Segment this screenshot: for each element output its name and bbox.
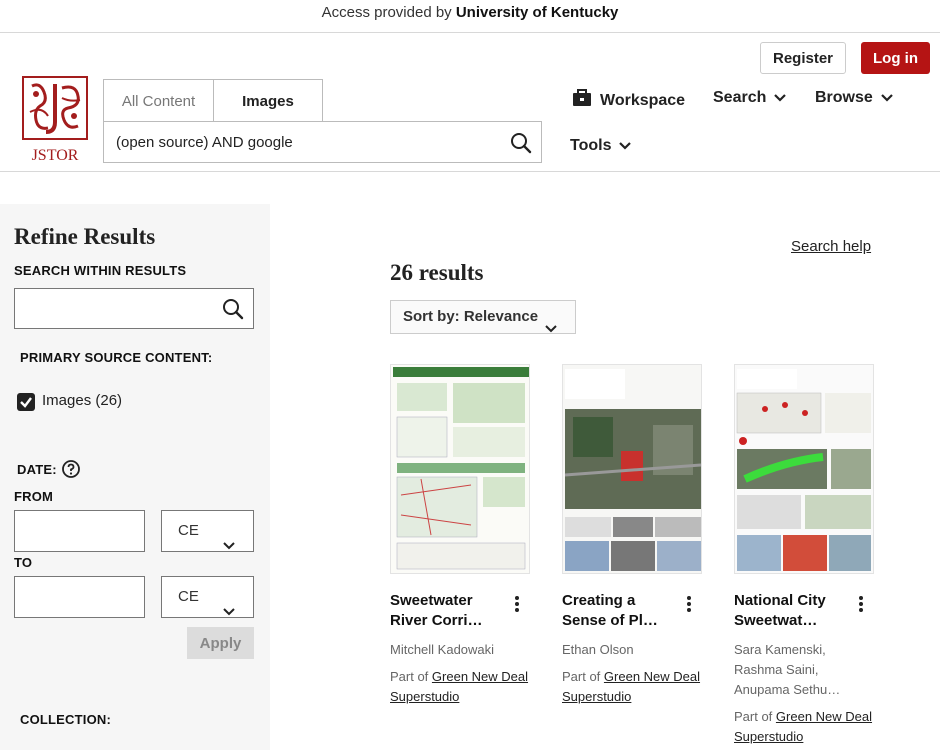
from-label: FROM	[14, 489, 54, 504]
images-filter-label[interactable]: Images (26)	[42, 392, 122, 409]
search-within-input[interactable]	[23, 297, 213, 321]
help-circle-icon[interactable]	[62, 460, 80, 478]
nav-tools[interactable]: Tools	[570, 137, 632, 155]
from-era-value: CE	[178, 522, 199, 539]
to-label: TO	[14, 555, 33, 570]
from-year-field	[14, 510, 145, 552]
sort-select[interactable]: Sort by: Relevance	[390, 300, 576, 334]
result-card: Creating a Sense of Pl… Ethan Olson Part…	[562, 364, 702, 704]
search-icon[interactable]	[509, 131, 533, 155]
to-era-value: CE	[178, 588, 199, 605]
refine-sidebar: Refine Results SEARCH WITHIN RESULTS PRI…	[0, 204, 270, 750]
more-options-icon[interactable]	[514, 595, 520, 613]
tab-all-content[interactable]: All Content	[103, 79, 214, 122]
chevron-down-icon	[619, 137, 632, 155]
result-title[interactable]: Sweetwater River Corri…	[390, 591, 502, 631]
result-title[interactable]: Creating a Sense of Pl…	[562, 591, 674, 631]
institution-name: University of Kentucky	[455, 4, 619, 21]
briefcase-icon	[572, 89, 592, 112]
nav-workspace-label: Workspace	[600, 91, 686, 109]
search-help-link[interactable]: Search help	[791, 238, 871, 255]
result-part-of: Part of Green New Deal Superstudio	[562, 667, 702, 707]
results-count: 26 results	[390, 260, 484, 285]
checkmark-icon	[20, 397, 32, 408]
part-of-prefix: Part of	[562, 669, 604, 684]
nav-search-label: Search	[713, 89, 767, 106]
chevron-down-icon	[223, 526, 235, 566]
chevron-down-icon	[774, 89, 787, 107]
from-year-input[interactable]	[15, 511, 144, 551]
to-year-field	[14, 576, 145, 618]
result-thumbnail[interactable]	[734, 364, 874, 574]
search-within-box	[14, 288, 254, 329]
tab-images[interactable]: Images	[213, 79, 323, 122]
result-thumbnail[interactable]	[562, 364, 702, 574]
header-divider	[0, 171, 940, 172]
date-label: DATE:	[17, 462, 57, 477]
access-prefix: Access provided by	[321, 4, 456, 21]
result-authors: Sara Kamenski, Rashma Saini, Anupama Set…	[734, 642, 841, 697]
result-thumbnail[interactable]	[390, 364, 530, 574]
main-search-box	[103, 121, 542, 163]
result-title[interactable]: National City Sweetwat…	[734, 591, 846, 631]
result-authors: Ethan Olson	[562, 642, 634, 657]
search-icon[interactable]	[221, 297, 245, 321]
more-options-icon[interactable]	[858, 595, 864, 613]
logo-text: JSTOR	[32, 147, 79, 164]
result-authors: Mitchell Kadowaki	[390, 642, 495, 657]
login-button[interactable]: Log in	[861, 42, 930, 74]
images-checkbox[interactable]	[17, 393, 35, 411]
jstor-logo[interactable]: JSTOR	[22, 76, 88, 164]
from-era-select[interactable]: CE	[161, 510, 254, 552]
apply-button[interactable]: Apply	[187, 627, 254, 659]
result-part-of: Part of Green New Deal Superstudio	[390, 667, 530, 707]
primary-source-label: PRIMARY SOURCE CONTENT:	[20, 350, 213, 365]
collection-label: COLLECTION:	[20, 712, 112, 727]
nav-workspace[interactable]: Workspace	[572, 89, 685, 112]
nav-browse[interactable]: Browse	[815, 89, 893, 107]
result-card: National City Sweetwat… Sara Kamenski, R…	[734, 364, 874, 744]
refine-results-title: Refine Results	[14, 224, 156, 249]
part-of-prefix: Part of	[390, 669, 432, 684]
result-part-of: Part of Green New Deal Superstudio	[734, 707, 874, 747]
sort-label: Sort by: Relevance	[403, 308, 539, 325]
search-within-label: SEARCH WITHIN RESULTS	[14, 263, 187, 278]
result-card: Sweetwater River Corri… Mitchell Kadowak…	[390, 364, 530, 704]
nav-browse-label: Browse	[815, 89, 873, 106]
register-button[interactable]: Register	[760, 42, 846, 74]
to-era-select[interactable]: CE	[161, 576, 254, 618]
part-of-prefix: Part of	[734, 709, 776, 724]
access-banner: Access provided by University of Kentuck…	[0, 0, 940, 33]
chevron-down-icon	[545, 313, 557, 345]
chevron-down-icon	[223, 592, 235, 632]
main-search-input[interactable]	[116, 130, 496, 154]
more-options-icon[interactable]	[686, 595, 692, 613]
nav-search[interactable]: Search	[713, 89, 787, 107]
chevron-down-icon	[881, 89, 893, 107]
nav-tools-label: Tools	[570, 137, 612, 154]
to-year-input[interactable]	[15, 577, 144, 617]
